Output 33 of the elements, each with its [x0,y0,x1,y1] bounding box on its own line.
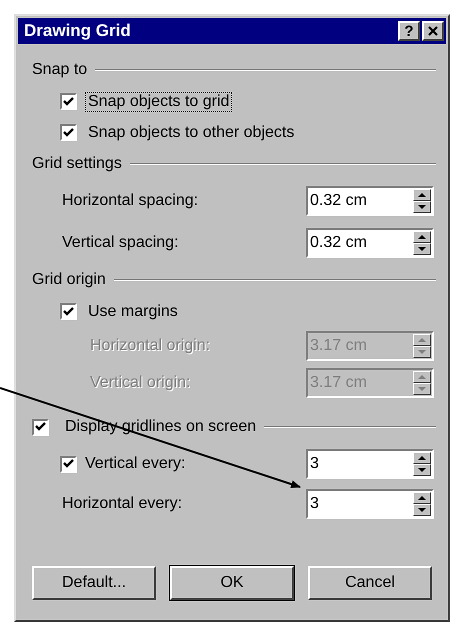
check-icon [35,422,46,432]
check-icon [63,96,74,106]
group-title: Grid settings [32,155,122,173]
field-label: Horizontal every: [62,494,182,512]
dialog-button[interactable]: OK [170,566,294,600]
check-icon [63,306,74,316]
dialog-button[interactable]: Default... [32,566,156,600]
checkbox[interactable] [60,93,77,110]
close-icon [428,26,438,36]
check-icon [63,128,74,138]
group-title: Grid origin [32,271,106,289]
checkbox-label[interactable]: Vertical every: [85,455,186,473]
window-title: Drawing Grid [24,21,132,41]
spin-field[interactable]: 0.32 cm [306,228,434,258]
close-button[interactable] [422,21,444,41]
check-icon [63,459,74,469]
checkbox[interactable] [60,303,77,320]
checkbox[interactable] [32,418,49,436]
spin-field[interactable]: 3 [306,488,434,518]
spin-field[interactable]: 0.32 cm [306,186,434,216]
field-label: Horizontal spacing: [62,192,198,210]
field-label: Vertical spacing: [62,234,179,252]
checkbox[interactable] [60,124,77,141]
checkbox[interactable] [60,456,77,472]
spin-field[interactable]: 3 [306,449,434,479]
field-label: Vertical origin: [90,374,190,392]
checkbox-label[interactable]: Snap objects to grid [85,92,232,112]
field-label: Horizontal origin: [90,336,210,354]
checkbox-label[interactable]: Use margins [85,302,181,322]
group-title: Snap to [32,61,88,79]
help-button[interactable]: ? [398,21,420,41]
dialog-button[interactable]: Cancel [308,566,432,600]
checkbox-label[interactable]: Snap objects to other objects [85,122,298,142]
